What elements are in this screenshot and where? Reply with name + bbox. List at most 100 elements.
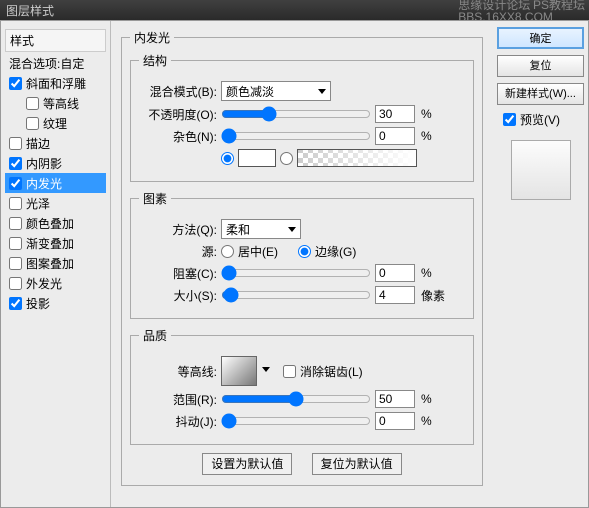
contour-picker[interactable] xyxy=(221,356,257,386)
layer-style-dialog: 样式 混合选项:自定 斜面和浮雕等高线纹理描边内阴影内发光光泽颜色叠加渐变叠加图… xyxy=(0,20,589,508)
style-label: 内发光 xyxy=(26,175,62,192)
style-checkbox[interactable] xyxy=(9,197,22,210)
noise-unit: % xyxy=(421,129,432,143)
style-checkbox[interactable] xyxy=(9,277,22,290)
style-item[interactable]: 投影 xyxy=(5,293,106,313)
gradient-swatch[interactable] xyxy=(297,149,417,167)
range-slider[interactable] xyxy=(221,391,371,407)
jitter-slider[interactable] xyxy=(221,413,371,429)
style-label: 等高线 xyxy=(43,95,79,112)
range-input[interactable] xyxy=(375,390,415,408)
style-item[interactable]: 图案叠加 xyxy=(5,253,106,273)
style-checkbox[interactable] xyxy=(9,237,22,250)
antialias-checkbox[interactable]: 消除锯齿(L) xyxy=(283,363,363,380)
panel-title: 内发光 xyxy=(130,29,174,46)
reset-default-button[interactable]: 复位为默认值 xyxy=(312,453,402,475)
noise-input[interactable] xyxy=(375,127,415,145)
make-default-button[interactable]: 设置为默认值 xyxy=(202,453,292,475)
color-radio[interactable] xyxy=(221,152,234,165)
style-item[interactable]: 光泽 xyxy=(5,193,106,213)
style-item[interactable]: 斜面和浮雕 xyxy=(5,73,106,93)
opacity-label: 不透明度(O): xyxy=(139,106,217,123)
style-label: 描边 xyxy=(26,135,50,152)
caret-icon xyxy=(288,227,296,232)
source-center-radio[interactable]: 居中(E) xyxy=(221,243,278,260)
new-style-button[interactable]: 新建样式(W)... xyxy=(497,83,584,105)
choke-input[interactable] xyxy=(375,264,415,282)
title-bar: 图层样式 思缘设计论坛 PS教程坛 BBS.16XX8.COM xyxy=(0,0,589,20)
size-slider[interactable] xyxy=(221,287,371,303)
style-checkbox[interactable] xyxy=(26,97,39,110)
range-label: 范围(R): xyxy=(139,391,217,408)
style-checkbox[interactable] xyxy=(9,257,22,270)
style-checkbox[interactable] xyxy=(9,157,22,170)
choke-slider[interactable] xyxy=(221,265,371,281)
structure-group: 结构 混合模式(B): 颜色减淡 不透明度(O): % 杂色(N): xyxy=(130,52,474,182)
structure-title: 结构 xyxy=(139,52,171,69)
contour-label: 等高线: xyxy=(139,363,217,380)
dialog-title: 图层样式 xyxy=(6,4,54,18)
technique-select[interactable]: 柔和 xyxy=(221,219,301,239)
color-swatch[interactable] xyxy=(238,149,276,167)
blending-options[interactable]: 混合选项:自定 xyxy=(5,53,106,73)
style-item[interactable]: 渐变叠加 xyxy=(5,233,106,253)
action-column: 确定 复位 新建样式(W)... 预览(V) xyxy=(493,21,588,507)
caret-icon xyxy=(318,89,326,94)
choke-unit: % xyxy=(421,266,432,280)
jitter-label: 抖动(J): xyxy=(139,413,217,430)
style-label: 内阴影 xyxy=(26,155,62,172)
style-label: 图案叠加 xyxy=(26,255,74,272)
technique-label: 方法(Q): xyxy=(139,221,217,238)
gradient-radio[interactable] xyxy=(280,152,293,165)
style-item[interactable]: 描边 xyxy=(5,133,106,153)
style-label: 颜色叠加 xyxy=(26,215,74,232)
style-item[interactable]: 内阴影 xyxy=(5,153,106,173)
style-label: 投影 xyxy=(26,295,50,312)
style-checkbox[interactable] xyxy=(26,117,39,130)
inner-glow-panel: 内发光 结构 混合模式(B): 颜色减淡 不透明度(O): % 杂色(N): xyxy=(121,29,483,486)
source-edge-radio[interactable]: 边缘(G) xyxy=(298,243,356,260)
style-label: 光泽 xyxy=(26,195,50,212)
opacity-unit: % xyxy=(421,107,432,121)
opacity-input[interactable] xyxy=(375,105,415,123)
size-unit: 像素 xyxy=(421,287,445,304)
styles-list: 样式 混合选项:自定 斜面和浮雕等高线纹理描边内阴影内发光光泽颜色叠加渐变叠加图… xyxy=(1,21,111,507)
range-unit: % xyxy=(421,392,432,406)
jitter-unit: % xyxy=(421,414,432,428)
style-checkbox[interactable] xyxy=(9,137,22,150)
size-input[interactable] xyxy=(375,286,415,304)
preview-checkbox[interactable]: 预览(V) xyxy=(503,111,584,128)
caret-icon xyxy=(262,367,270,372)
source-label: 源: xyxy=(139,243,217,260)
cancel-button[interactable]: 复位 xyxy=(497,55,584,77)
style-checkbox[interactable] xyxy=(9,297,22,310)
style-checkbox[interactable] xyxy=(9,77,22,90)
noise-slider[interactable] xyxy=(221,128,371,144)
style-label: 渐变叠加 xyxy=(26,235,74,252)
elements-group: 图素 方法(Q): 柔和 源: 居中(E) 边缘(G) xyxy=(130,190,474,319)
style-checkbox[interactable] xyxy=(9,177,22,190)
style-item[interactable]: 外发光 xyxy=(5,273,106,293)
opacity-slider[interactable] xyxy=(221,106,371,122)
style-label: 外发光 xyxy=(26,275,62,292)
quality-group: 品质 等高线: 消除锯齿(L) 范围(R): % 抖动(J): xyxy=(130,327,474,445)
quality-title: 品质 xyxy=(139,327,171,344)
preview-box xyxy=(511,140,571,200)
style-item[interactable]: 内发光 xyxy=(5,173,106,193)
elements-title: 图素 xyxy=(139,190,171,207)
noise-label: 杂色(N): xyxy=(139,128,217,145)
jitter-input[interactable] xyxy=(375,412,415,430)
choke-label: 阻塞(C): xyxy=(139,265,217,282)
style-label: 混合选项:自定 xyxy=(9,55,84,72)
styles-header[interactable]: 样式 xyxy=(5,29,106,52)
style-item[interactable]: 等高线 xyxy=(5,93,106,113)
style-item[interactable]: 颜色叠加 xyxy=(5,213,106,233)
style-label: 斜面和浮雕 xyxy=(26,75,86,92)
style-item[interactable]: 纹理 xyxy=(5,113,106,133)
style-label: 纹理 xyxy=(43,115,67,132)
blend-mode-select[interactable]: 颜色减淡 xyxy=(221,81,331,101)
settings-panel: 内发光 结构 混合模式(B): 颜色减淡 不透明度(O): % 杂色(N): xyxy=(111,21,493,507)
style-checkbox[interactable] xyxy=(9,217,22,230)
ok-button[interactable]: 确定 xyxy=(497,27,584,49)
size-label: 大小(S): xyxy=(139,287,217,304)
